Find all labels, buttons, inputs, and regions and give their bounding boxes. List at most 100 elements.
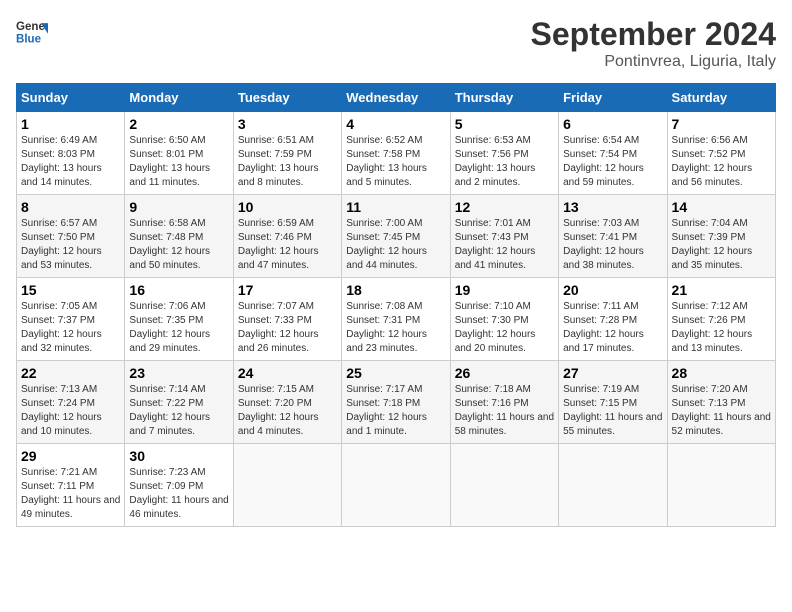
- calendar-cell: 7 Sunrise: 6:56 AMSunset: 7:52 PMDaylight…: [667, 112, 775, 195]
- day-info: Sunrise: 7:05 AMSunset: 7:37 PMDaylight:…: [21, 300, 120, 356]
- day-number: 27: [563, 365, 662, 381]
- calendar-cell: 6Sunrise: 6:54 AMSunset: 7:54 PMDaylight…: [559, 112, 667, 195]
- day-info: Sunrise: 6:50 AMSunset: 8:01 PMDaylight:…: [129, 134, 228, 190]
- day-info: Sunrise: 6:49 AMSunset: 8:03 PMDaylight:…: [21, 134, 120, 190]
- col-header-wednesday: Wednesday: [342, 84, 450, 112]
- calendar-row-4: 29Sunrise: 7:21 AMSunset: 7:11 PMDayligh…: [17, 444, 776, 527]
- month-title: September 2024: [531, 16, 776, 53]
- calendar-row-1: 8 Sunrise: 6:57 AMSunset: 7:50 PMDaylight…: [17, 195, 776, 278]
- day-number: 20: [563, 282, 662, 298]
- calendar-cell: [233, 444, 341, 527]
- day-number: 18: [346, 282, 445, 298]
- calendar-cell: 4Sunrise: 6:52 AMSunset: 7:58 PMDaylight…: [342, 112, 450, 195]
- calendar-cell: 14 Sunrise: 7:04 AMSunset: 7:39 PMDayligh…: [667, 195, 775, 278]
- day-info: Sunrise: 7:06 AMSunset: 7:35 PMDaylight:…: [129, 300, 228, 356]
- col-header-monday: Monday: [125, 84, 233, 112]
- calendar-cell: 28Sunrise: 7:20 AMSunset: 7:13 PMDayligh…: [667, 361, 775, 444]
- day-info: Sunrise: 7:15 AMSunset: 7:20 PMDaylight:…: [238, 383, 337, 439]
- day-number: 15: [21, 282, 120, 298]
- day-info: Sunrise: 7:17 AMSunset: 7:18 PMDaylight:…: [346, 383, 445, 439]
- day-info: Sunrise: 7:19 AMSunset: 7:15 PMDaylight:…: [563, 383, 662, 439]
- calendar-cell: 25 Sunrise: 7:17 AMSunset: 7:18 PMDayligh…: [342, 361, 450, 444]
- calendar-cell: 16 Sunrise: 7:06 AMSunset: 7:35 PMDayligh…: [125, 278, 233, 361]
- day-info: Sunrise: 7:13 AMSunset: 7:24 PMDaylight:…: [21, 383, 120, 439]
- day-info: Sunrise: 6:54 AMSunset: 7:54 PMDaylight:…: [563, 134, 662, 190]
- day-number: 5: [455, 116, 554, 132]
- day-number: 1: [21, 116, 120, 132]
- calendar-cell: [559, 444, 667, 527]
- calendar-cell: [450, 444, 558, 527]
- day-info: Sunrise: 7:10 AMSunset: 7:30 PMDaylight:…: [455, 300, 554, 356]
- calendar-cell: 29Sunrise: 7:21 AMSunset: 7:11 PMDayligh…: [17, 444, 125, 527]
- day-number: 22: [21, 365, 120, 381]
- calendar-cell: 10Sunrise: 6:59 AMSunset: 7:46 PMDayligh…: [233, 195, 341, 278]
- day-info: Sunrise: 6:56 AMSunset: 7:52 PMDaylight:…: [672, 134, 771, 190]
- day-number: 26: [455, 365, 554, 381]
- col-header-sunday: Sunday: [17, 84, 125, 112]
- day-info: Sunrise: 7:20 AMSunset: 7:13 PMDaylight:…: [672, 383, 771, 439]
- title-block: September 2024 Pontinvrea, Liguria, Ital…: [531, 16, 776, 71]
- day-info: Sunrise: 6:53 AMSunset: 7:56 PMDaylight:…: [455, 134, 554, 190]
- day-number: 14: [672, 199, 771, 215]
- calendar-cell: 21 Sunrise: 7:12 AMSunset: 7:26 PMDayligh…: [667, 278, 775, 361]
- calendar-header-row: SundayMondayTuesdayWednesdayThursdayFrid…: [17, 84, 776, 112]
- day-number: 13: [563, 199, 662, 215]
- day-number: 2: [129, 116, 228, 132]
- calendar-cell: 23 Sunrise: 7:14 AMSunset: 7:22 PMDayligh…: [125, 361, 233, 444]
- calendar-cell: 5 Sunrise: 6:53 AMSunset: 7:56 PMDaylight…: [450, 112, 558, 195]
- calendar-cell: 8 Sunrise: 6:57 AMSunset: 7:50 PMDaylight…: [17, 195, 125, 278]
- col-header-thursday: Thursday: [450, 84, 558, 112]
- day-number: 30: [129, 448, 228, 464]
- day-number: 8: [21, 199, 120, 215]
- day-info: Sunrise: 7:04 AMSunset: 7:39 PMDaylight:…: [672, 217, 771, 273]
- day-info: Sunrise: 7:12 AMSunset: 7:26 PMDaylight:…: [672, 300, 771, 356]
- day-info: Sunrise: 7:03 AMSunset: 7:41 PMDaylight:…: [563, 217, 662, 273]
- day-info: Sunrise: 6:58 AMSunset: 7:48 PMDaylight:…: [129, 217, 228, 273]
- calendar-cell: 3 Sunrise: 6:51 AMSunset: 7:59 PMDaylight…: [233, 112, 341, 195]
- svg-text:General: General: [16, 21, 48, 33]
- day-info: Sunrise: 6:52 AMSunset: 7:58 PMDaylight:…: [346, 134, 445, 190]
- calendar-cell: 9 Sunrise: 6:58 AMSunset: 7:48 PMDaylight…: [125, 195, 233, 278]
- calendar-cell: 18 Sunrise: 7:08 AMSunset: 7:31 PMDayligh…: [342, 278, 450, 361]
- calendar-cell: 2 Sunrise: 6:50 AMSunset: 8:01 PMDaylight…: [125, 112, 233, 195]
- day-number: 24: [238, 365, 337, 381]
- calendar-cell: 19 Sunrise: 7:10 AMSunset: 7:30 PMDayligh…: [450, 278, 558, 361]
- calendar-cell: 20 Sunrise: 7:11 AMSunset: 7:28 PMDayligh…: [559, 278, 667, 361]
- day-number: 29: [21, 448, 120, 464]
- day-info: Sunrise: 6:51 AMSunset: 7:59 PMDaylight:…: [238, 134, 337, 190]
- day-number: 23: [129, 365, 228, 381]
- logo: General Blue: [16, 16, 48, 48]
- location-title: Pontinvrea, Liguria, Italy: [531, 53, 776, 71]
- day-number: 21: [672, 282, 771, 298]
- calendar-cell: [667, 444, 775, 527]
- calendar-cell: 12Sunrise: 7:01 AMSunset: 7:43 PMDayligh…: [450, 195, 558, 278]
- day-info: Sunrise: 7:00 AMSunset: 7:45 PMDaylight:…: [346, 217, 445, 273]
- day-info: Sunrise: 6:57 AMSunset: 7:50 PMDaylight:…: [21, 217, 120, 273]
- calendar-row-0: 1 Sunrise: 6:49 AMSunset: 8:03 PMDaylight…: [17, 112, 776, 195]
- day-number: 7: [672, 116, 771, 132]
- calendar-cell: 24 Sunrise: 7:15 AMSunset: 7:20 PMDayligh…: [233, 361, 341, 444]
- day-info: Sunrise: 7:08 AMSunset: 7:31 PMDaylight:…: [346, 300, 445, 356]
- calendar-cell: 26Sunrise: 7:18 AMSunset: 7:16 PMDayligh…: [450, 361, 558, 444]
- calendar-cell: 22 Sunrise: 7:13 AMSunset: 7:24 PMDayligh…: [17, 361, 125, 444]
- col-header-saturday: Saturday: [667, 84, 775, 112]
- logo-icon: General Blue: [16, 16, 48, 48]
- calendar-cell: [342, 444, 450, 527]
- calendar-table: SundayMondayTuesdayWednesdayThursdayFrid…: [16, 83, 776, 527]
- calendar-cell: 15 Sunrise: 7:05 AMSunset: 7:37 PMDayligh…: [17, 278, 125, 361]
- day-number: 16: [129, 282, 228, 298]
- day-info: Sunrise: 7:07 AMSunset: 7:33 PMDaylight:…: [238, 300, 337, 356]
- day-number: 9: [129, 199, 228, 215]
- calendar-cell: 1 Sunrise: 6:49 AMSunset: 8:03 PMDaylight…: [17, 112, 125, 195]
- day-number: 12: [455, 199, 554, 215]
- calendar-cell: 27 Sunrise: 7:19 AMSunset: 7:15 PMDayligh…: [559, 361, 667, 444]
- day-number: 19: [455, 282, 554, 298]
- day-number: 3: [238, 116, 337, 132]
- day-number: 25: [346, 365, 445, 381]
- day-info: Sunrise: 7:14 AMSunset: 7:22 PMDaylight:…: [129, 383, 228, 439]
- calendar-cell: 11 Sunrise: 7:00 AMSunset: 7:45 PMDayligh…: [342, 195, 450, 278]
- calendar-cell: 17Sunrise: 7:07 AMSunset: 7:33 PMDayligh…: [233, 278, 341, 361]
- page-header: General Blue September 2024 Pontinvrea, …: [16, 16, 776, 71]
- day-info: Sunrise: 7:11 AMSunset: 7:28 PMDaylight:…: [563, 300, 662, 356]
- day-number: 11: [346, 199, 445, 215]
